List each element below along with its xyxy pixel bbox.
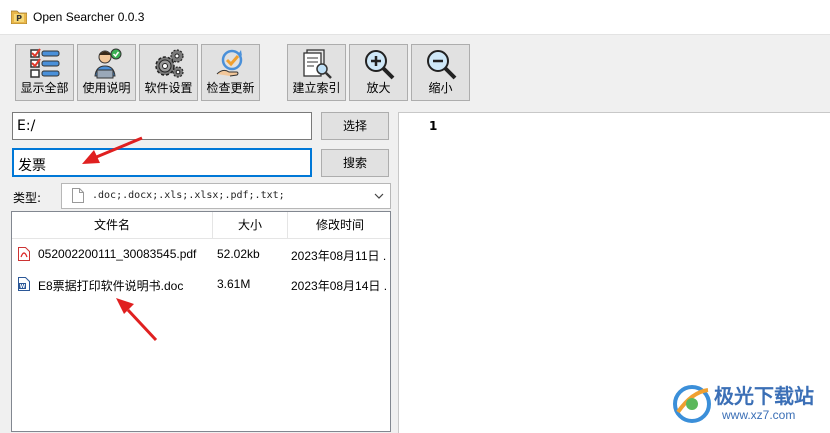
column-header-size[interactable]: 大小 <box>213 212 288 238</box>
app-folder-icon: P <box>11 10 27 24</box>
search-input[interactable]: 发票 <box>12 148 312 177</box>
search-button[interactable]: 搜索 <box>321 149 389 177</box>
table-header: 文件名 大小 修改时间 <box>12 212 390 239</box>
filetype-select[interactable]: .doc;.docx;.xls;.xlsx;.pdf;.txt; <box>61 183 391 209</box>
annotation-arrow-result <box>116 298 158 342</box>
line-number-gutter: 1 <box>399 113 437 433</box>
update-hand-icon <box>216 49 243 77</box>
check-update-button[interactable]: 检查更新 <box>201 44 260 101</box>
word-file-icon: W <box>18 277 30 291</box>
zoom-out-button[interactable]: 缩小 <box>411 44 470 101</box>
document-search-icon <box>303 49 332 79</box>
watermark: 极光下载站 www.xz7.com <box>672 378 827 430</box>
build-index-button[interactable]: 建立索引 <box>287 44 346 101</box>
svg-text:W: W <box>20 284 26 290</box>
filetype-label: 类型: <box>13 191 42 205</box>
zoom-in-button[interactable]: 放大 <box>349 44 408 101</box>
pdf-file-icon <box>18 247 30 261</box>
zoom-in-icon <box>365 50 395 80</box>
column-header-filename[interactable]: 文件名 <box>12 212 213 238</box>
blank-document-icon <box>72 188 84 203</box>
chevron-down-icon <box>374 193 384 199</box>
choose-folder-button[interactable]: 选择 <box>321 112 389 140</box>
line-number: 1 <box>429 119 438 133</box>
path-input[interactable]: E:/ <box>12 112 312 140</box>
toolbar: 显示全部 使用说明 软件设置 检查更新 建立索引 放大 缩小 <box>0 35 830 103</box>
show-all-button[interactable]: 显示全部 <box>15 44 74 101</box>
person-laptop-icon <box>94 48 122 79</box>
zoom-out-icon <box>427 50 457 80</box>
manual-button[interactable]: 使用说明 <box>77 44 136 101</box>
settings-button[interactable]: 软件设置 <box>139 44 198 101</box>
annotation-arrow-search <box>82 136 143 164</box>
watermark-logo-icon <box>673 385 711 423</box>
window-title: Open Searcher 0.0.3 <box>33 10 145 24</box>
checklist-icon <box>30 48 60 78</box>
table-row[interactable]: 052002200111_30083545.pdf 52.02kb 2023年0… <box>12 239 390 269</box>
column-header-modified[interactable]: 修改时间 <box>288 212 390 238</box>
table-row[interactable]: W E8票据打印软件说明书.doc 3.61M 2023年08月14日 . <box>12 269 390 299</box>
title-bar: P Open Searcher 0.0.3 <box>0 0 830 35</box>
gears-icon <box>155 49 184 78</box>
results-table[interactable]: 文件名 大小 修改时间 052002200111_30083545.pdf 52… <box>11 211 391 432</box>
svg-text:P: P <box>16 14 22 23</box>
